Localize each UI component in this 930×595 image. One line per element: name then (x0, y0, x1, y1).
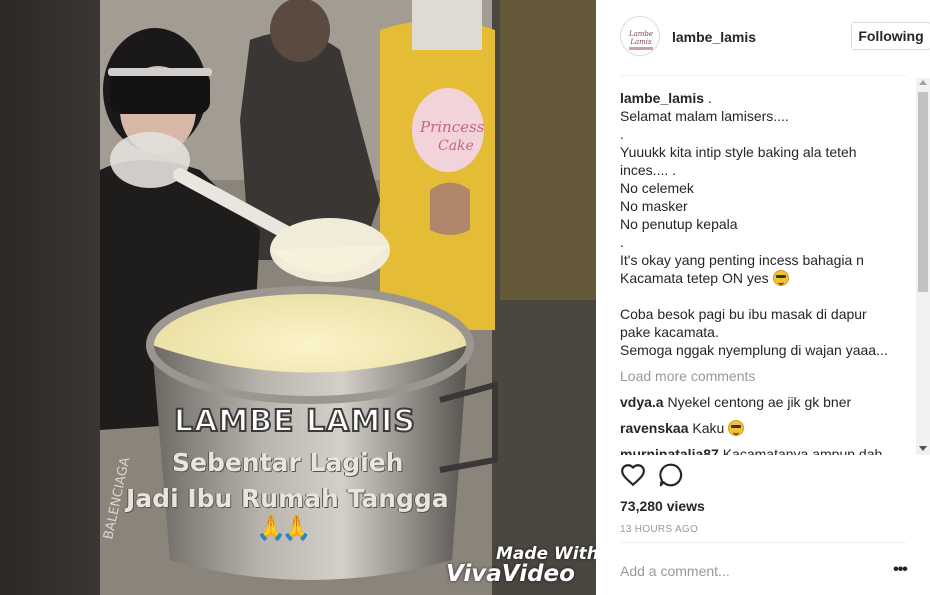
caption-line: . (620, 234, 624, 250)
comment-item: vdya.a Nyekel centong ae jik gk bner (620, 393, 910, 411)
post-header: Lambe Lamis lambe_lamis Following (620, 16, 930, 58)
header-username[interactable]: lambe_lamis (672, 29, 756, 45)
like-button[interactable] (620, 462, 650, 492)
comment-item: ravenskaa Kaku (620, 419, 910, 437)
comment-text: Kaku (692, 420, 725, 436)
post-timestamp[interactable]: 13 HOURS AGO (620, 524, 698, 535)
caption-line-with-emoji: Kacamata tetep ON yes (620, 269, 910, 287)
watermark-vivavideo: VivaVideo (446, 561, 575, 587)
heart-outline-icon (621, 464, 645, 487)
comments-scrollbar[interactable] (916, 78, 930, 455)
comment-button[interactable] (658, 462, 688, 492)
caption-line: Selamat malam lamisers.... (620, 108, 789, 124)
more-options-button[interactable]: ••• (890, 560, 910, 580)
caption-line: Yuuukk kita intip style baking ala teteh (620, 144, 857, 160)
comment-username[interactable]: vdya.a (620, 394, 664, 410)
cool-face-emoji-icon (728, 420, 745, 436)
caption-text: Kacamata tetep ON yes (620, 270, 769, 286)
caption-line: It's okay yang penting incess bahagia n (620, 252, 864, 268)
load-more-comments-link[interactable]: Load more comments (620, 367, 910, 385)
video-overlay-prayer-emoji: 🙏🙏 (256, 515, 312, 542)
caption-line-0: lambe_lamis . (620, 89, 910, 107)
scroll-up-arrow-icon[interactable] (919, 80, 927, 85)
caption-line (620, 287, 910, 305)
video-overlay-brand: LAMBE LAMIS (173, 403, 416, 440)
view-count[interactable]: 73,280 views (620, 498, 705, 514)
following-button[interactable]: Following (851, 22, 930, 50)
ellipsis-icon: ••• (893, 561, 908, 578)
video-overlay-line2: Sebentar Lagieh (172, 448, 404, 477)
post-actions (620, 462, 906, 492)
caption-line: Semoga nggak nyemplung di wajan yaaa... (620, 342, 888, 358)
comment-username[interactable]: murninatalia87 (620, 446, 719, 455)
add-comment-input[interactable] (620, 558, 870, 584)
caption-text: . (704, 90, 712, 106)
comment-item: murninatalia87 Kacamatanya ampun dah.. (620, 445, 910, 455)
avatar-logo-text: Lambe Lamis (628, 30, 654, 46)
video-overlay-line3: Jadi Ibu Rumah Tangga (126, 484, 449, 513)
caption-line: No celemek (620, 180, 694, 196)
post-video[interactable]: BALENCIAGA Princess Cake LAMBE LAMIS Seb… (0, 0, 596, 595)
avatar[interactable]: Lambe Lamis (620, 16, 660, 56)
scroll-down-arrow-icon[interactable] (919, 446, 927, 451)
divider (620, 75, 906, 76)
avatar-logo: Lambe Lamis (626, 30, 656, 50)
caption-line: inces.... . (620, 162, 677, 178)
apron-text-cake: Cake (438, 138, 474, 154)
speech-bubble-icon (659, 463, 683, 487)
caption-username[interactable]: lambe_lamis (620, 90, 704, 106)
comment-username[interactable]: ravenskaa (620, 420, 689, 436)
comments-list[interactable]: lambe_lamis . Selamat malam lamisers....… (620, 89, 910, 455)
caption-line: . (620, 126, 624, 142)
caption-line: No penutup kepala (620, 216, 738, 232)
cool-face-emoji-icon (772, 270, 789, 286)
apron-text-princess: Princess (420, 118, 485, 136)
divider (620, 542, 906, 543)
comment-text: Kacamatanya ampun dah.. (722, 446, 891, 455)
scrollbar-thumb[interactable] (918, 92, 928, 292)
caption-line: No masker (620, 198, 688, 214)
comment-text: Nyekel centong ae jik gk bner (667, 394, 852, 410)
caption-line: Coba besok pagi bu ibu masak di dapur (620, 306, 867, 322)
caption-line: pake kacamata. (620, 324, 719, 340)
post-sidebar: Lambe Lamis lambe_lamis Following lambe_… (596, 0, 930, 595)
